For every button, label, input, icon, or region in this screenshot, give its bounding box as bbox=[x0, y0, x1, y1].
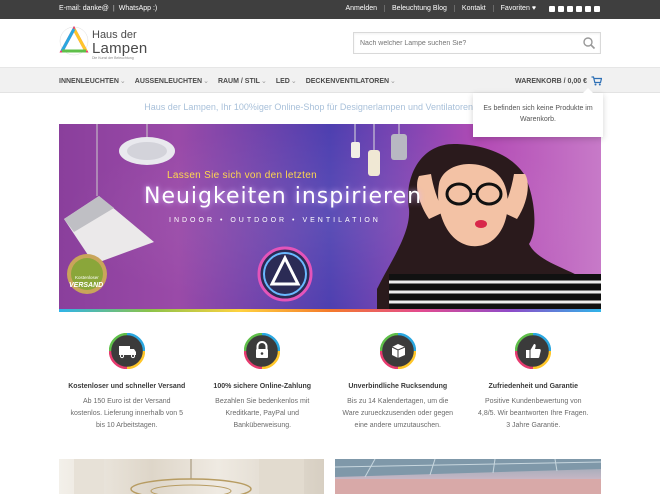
feature-title: Kostenloser und schneller Versand bbox=[68, 383, 186, 390]
email-link[interactable]: E-mail: danke@ bbox=[59, 5, 109, 12]
cart-button[interactable]: WARENKORB / 0,00 € bbox=[515, 76, 602, 86]
feature-title: Unverbindliche Rucksendung bbox=[348, 383, 448, 390]
hero-subline: INDOOR • OUTDOOR • VENTILATION bbox=[169, 217, 381, 224]
instagram-icon[interactable] bbox=[558, 5, 564, 12]
mail-icon[interactable] bbox=[567, 5, 573, 12]
feature-text: Ab 150 Euro ist der Versand kostenlos. L… bbox=[70, 398, 183, 429]
feature-guarantee: Zufriedenheit und Garantie Positive Kund… bbox=[466, 333, 602, 443]
facebook-icon[interactable] bbox=[549, 5, 555, 12]
feature-title: Zufriedenheit und Garantie bbox=[488, 383, 578, 390]
nav-label: INNENLEUCHTEN bbox=[59, 78, 119, 85]
logo-title-line2: Lampen bbox=[92, 40, 148, 57]
pergola-image bbox=[335, 459, 601, 494]
favorites-link[interactable]: Favoriten ♥ bbox=[492, 5, 543, 12]
top-bar: E-mail: danke@ | WhatsApp :) Anmelden Be… bbox=[0, 0, 660, 19]
social-icons bbox=[549, 5, 600, 12]
feature-title: 100% sichere Online-Zahlung bbox=[213, 383, 312, 390]
header: Haus der Lampen Die Kunst der Beleuchtun… bbox=[0, 19, 660, 67]
hero-headline-top: Lassen Sie sich von den letzten bbox=[167, 170, 317, 181]
feature-text: Bezahlen Sie bedenkenlos mit Kreditkarte… bbox=[215, 398, 310, 429]
chevron-down-icon: ⌄ bbox=[390, 78, 396, 85]
feature-returns: Unverbindliche Rucksendung Bis zu 14 Kal… bbox=[330, 333, 466, 443]
badge-text-2: VERSAND bbox=[69, 282, 104, 289]
feature-payment: 100% sichere Online-Zahlung Bezahlen Sie… bbox=[195, 333, 331, 443]
cart-dropdown: Es befinden sich keine Produkte im Waren… bbox=[473, 88, 603, 137]
chandelier-image bbox=[74, 459, 304, 494]
cart-empty-message: Es befinden sich keine Produkte im Waren… bbox=[483, 105, 593, 123]
search-input[interactable] bbox=[360, 33, 575, 53]
category-image-outdoor[interactable] bbox=[335, 459, 601, 494]
cart-label: WARENKORB / 0,00 € bbox=[515, 77, 587, 85]
chevron-down-icon: ⌄ bbox=[260, 78, 267, 85]
blog-link[interactable]: Beleuchtung Blog bbox=[384, 5, 454, 12]
intro-text: Haus der Lampen, Ihr 100%iger Online-Sho… bbox=[144, 102, 473, 112]
badge-text-1: Kostenloser bbox=[75, 275, 99, 280]
nav-item-innenleuchten[interactable]: INNENLEUCHTEN⌄ bbox=[59, 77, 126, 85]
contact-info: E-mail: danke@ | WhatsApp :) bbox=[59, 5, 157, 12]
nav-label: RAUM / STIL bbox=[217, 78, 260, 85]
logo-tagline: Die Kunst der Beleuchtung bbox=[92, 56, 134, 60]
nav-label: LED bbox=[275, 78, 290, 85]
chevron-down-icon: ⌄ bbox=[203, 78, 209, 85]
truck-icon bbox=[108, 333, 145, 369]
login-link[interactable]: Anmelden bbox=[338, 5, 384, 12]
hero-color-stripe bbox=[59, 309, 601, 312]
nav-label: AUSSENLEUCHTEN bbox=[134, 78, 203, 85]
nav-menu: INNENLEUCHTEN⌄ AUSSENLEUCHTEN⌄ RAUM / ST… bbox=[59, 77, 396, 85]
pinterest-icon[interactable] bbox=[585, 5, 591, 12]
feature-text: Bis zu 14 Kalendertagen, um die Ware zur… bbox=[342, 398, 454, 429]
whatsapp-link[interactable]: WhatsApp :) bbox=[119, 5, 158, 12]
top-links: Anmelden Beleuchtung Blog Kontakt Favori… bbox=[338, 5, 600, 12]
favorites-label: Favoriten bbox=[500, 5, 530, 12]
hero-banner[interactable]: Lassen Sie sich von den letzten Neuigkei… bbox=[59, 124, 601, 312]
nav-item-led[interactable]: LED⌄ bbox=[276, 77, 297, 85]
separator: | bbox=[112, 5, 115, 12]
return-box-icon bbox=[379, 333, 416, 369]
feature-text: Positive Kundenbewertung von 4,8/5. Wir … bbox=[478, 398, 589, 429]
nav-item-deckenventilatoren[interactable]: DECKENVENTILATOREN⌄ bbox=[306, 77, 396, 85]
contact-link[interactable]: Kontakt bbox=[453, 5, 493, 12]
nav-label: DECKENVENTILATOREN bbox=[305, 78, 390, 85]
features-row: Kostenloser und schneller Versand Ab 150… bbox=[59, 333, 601, 443]
category-image-indoor[interactable] bbox=[59, 459, 324, 494]
chevron-down-icon: ⌄ bbox=[119, 78, 126, 85]
logo[interactable]: Haus der Lampen Die Kunst der Beleuchtun… bbox=[59, 26, 159, 60]
search-icon[interactable] bbox=[582, 36, 596, 50]
chevron-down-icon: ⌄ bbox=[290, 78, 297, 85]
lock-icon bbox=[244, 333, 281, 369]
shopping-cart-icon bbox=[591, 76, 602, 86]
logo-icon bbox=[59, 26, 89, 56]
feature-shipping: Kostenloser und schneller Versand Ab 150… bbox=[59, 333, 195, 443]
nav-item-raum-stil[interactable]: RAUM / STIL⌄ bbox=[218, 77, 267, 85]
nav-item-aussenleuchten[interactable]: AUSSENLEUCHTEN⌄ bbox=[135, 77, 209, 85]
heart-icon: ♥ bbox=[531, 5, 536, 12]
main-nav: INNENLEUCHTEN⌄ AUSSENLEUCHTEN⌄ RAUM / ST… bbox=[0, 67, 660, 93]
search-box bbox=[353, 32, 601, 54]
thumbs-up-icon bbox=[515, 333, 552, 369]
phone-icon[interactable] bbox=[576, 5, 582, 12]
hero-headline: Neuigkeiten inspirieren bbox=[144, 184, 423, 209]
youtube-icon[interactable] bbox=[594, 5, 600, 12]
